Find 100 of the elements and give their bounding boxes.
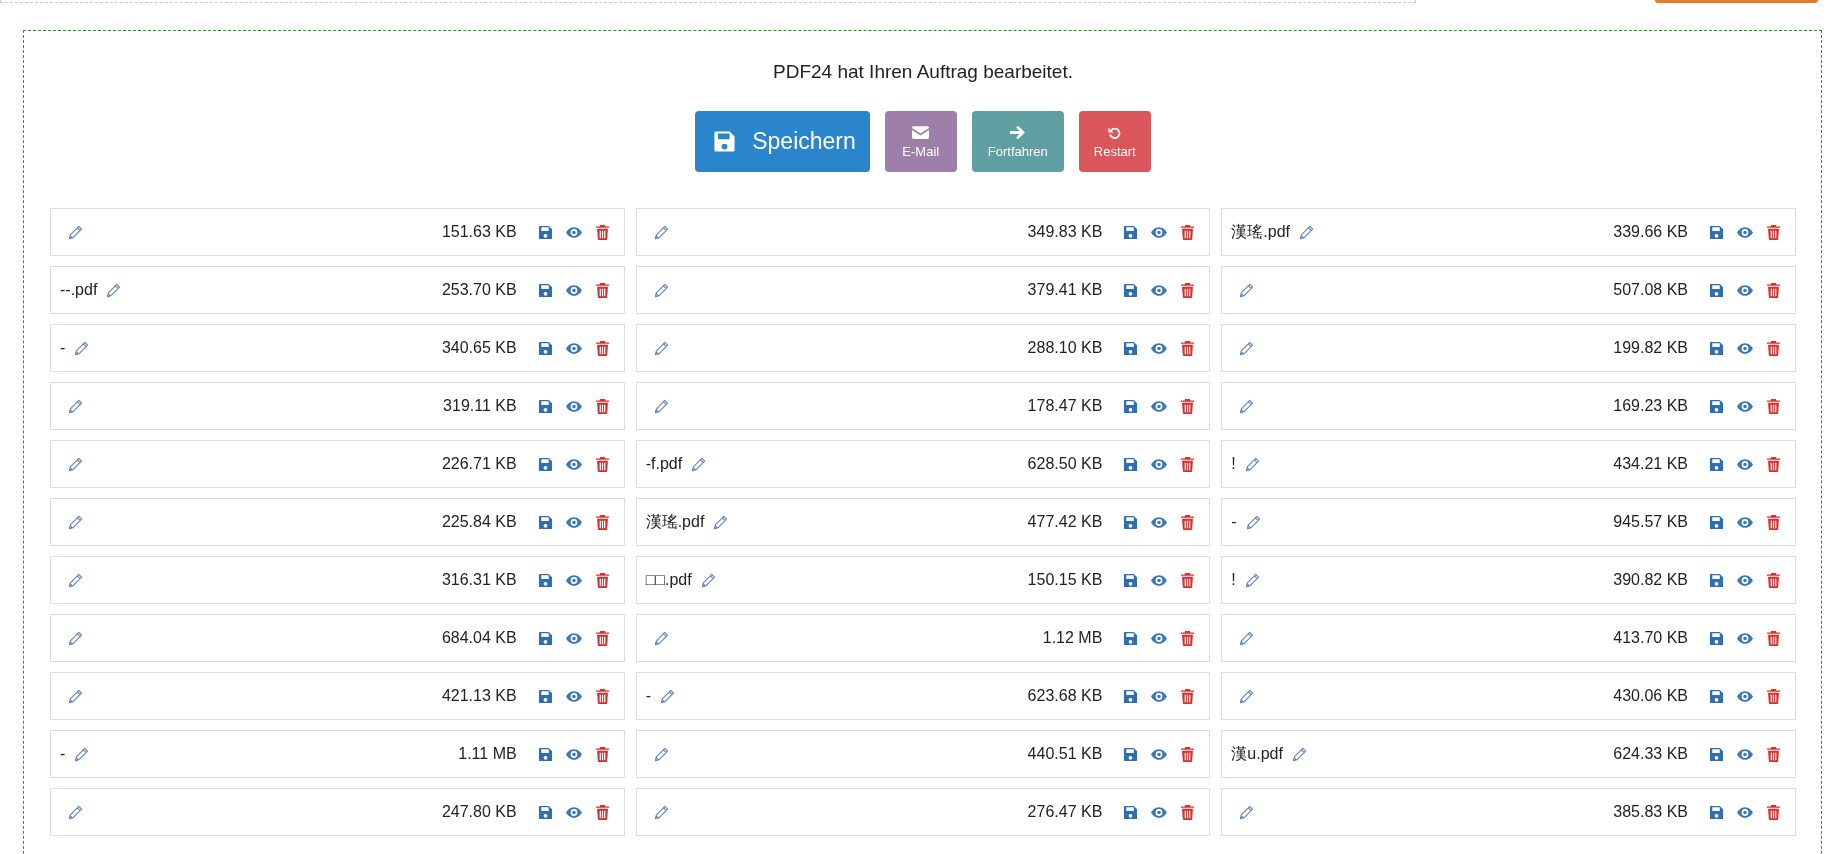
eye-icon[interactable]	[1737, 632, 1753, 644]
pencil-icon[interactable]	[653, 746, 669, 762]
eye-icon[interactable]	[565, 342, 582, 354]
eye-icon[interactable]	[565, 516, 582, 528]
eye-icon[interactable]	[1737, 748, 1753, 760]
eye-icon[interactable]	[565, 574, 582, 586]
pencil-icon[interactable]	[1239, 282, 1255, 298]
pencil-icon[interactable]	[1244, 572, 1260, 588]
eye-icon[interactable]	[1737, 516, 1753, 528]
trash-icon[interactable]	[1766, 282, 1781, 298]
save-button[interactable]: Speichern	[695, 111, 870, 172]
trash-icon[interactable]	[1180, 630, 1196, 646]
trash-icon[interactable]	[1766, 688, 1781, 704]
eye-icon[interactable]	[565, 806, 582, 818]
trash-icon[interactable]	[594, 804, 610, 820]
eye-icon[interactable]	[565, 748, 582, 760]
pencil-icon[interactable]	[68, 456, 83, 472]
eye-icon[interactable]	[1151, 400, 1168, 412]
pencil-icon[interactable]	[653, 804, 669, 820]
pencil-icon[interactable]	[68, 630, 83, 646]
trash-icon[interactable]	[1766, 514, 1781, 530]
pencil-icon[interactable]	[653, 224, 669, 240]
trash-icon[interactable]	[1180, 804, 1196, 820]
trash-icon[interactable]	[1766, 804, 1781, 820]
trash-icon[interactable]	[1180, 340, 1196, 356]
eye-icon[interactable]	[1737, 400, 1753, 412]
trash-icon[interactable]	[594, 224, 610, 240]
eye-icon[interactable]	[1151, 516, 1168, 528]
trash-icon[interactable]	[1180, 688, 1196, 704]
eye-icon[interactable]	[1151, 632, 1168, 644]
eye-icon[interactable]	[1151, 226, 1168, 238]
eye-icon[interactable]	[565, 400, 582, 412]
trash-icon[interactable]	[594, 514, 610, 530]
trash-icon[interactable]	[1180, 572, 1196, 588]
trash-icon[interactable]	[594, 398, 610, 414]
eye-icon[interactable]	[1737, 226, 1753, 238]
pencil-icon[interactable]	[1239, 340, 1255, 356]
trash-icon[interactable]	[594, 572, 610, 588]
trash-icon[interactable]	[594, 688, 610, 704]
pencil-icon[interactable]	[660, 688, 675, 704]
pencil-icon[interactable]	[1299, 224, 1314, 240]
pencil-icon[interactable]	[653, 630, 669, 646]
eye-icon[interactable]	[1151, 574, 1168, 586]
trash-icon[interactable]	[1766, 746, 1781, 762]
pencil-icon[interactable]	[1239, 398, 1255, 414]
pencil-icon[interactable]	[68, 688, 83, 704]
trash-icon[interactable]	[594, 282, 610, 298]
pencil-icon[interactable]	[1291, 746, 1307, 762]
pencil-icon[interactable]	[1239, 804, 1255, 820]
eye-icon[interactable]	[1737, 342, 1753, 354]
pencil-icon[interactable]	[68, 514, 83, 530]
eye-icon[interactable]	[1737, 284, 1753, 296]
email-button[interactable]: E-Mail	[884, 111, 957, 172]
trash-icon[interactable]	[1180, 282, 1196, 298]
pencil-icon[interactable]	[700, 572, 716, 588]
eye-icon[interactable]	[565, 632, 582, 644]
pencil-icon[interactable]	[68, 224, 83, 240]
eye-icon[interactable]	[1151, 806, 1168, 818]
eye-icon[interactable]	[1151, 284, 1168, 296]
pencil-icon[interactable]	[74, 746, 90, 762]
pencil-icon[interactable]	[68, 398, 83, 414]
trash-icon[interactable]	[1180, 398, 1196, 414]
trash-icon[interactable]	[1766, 456, 1781, 472]
eye-icon[interactable]	[1737, 690, 1753, 702]
restart-button[interactable]: Restart	[1078, 111, 1151, 172]
pencil-icon[interactable]	[653, 282, 669, 298]
eye-icon[interactable]	[565, 690, 582, 702]
trash-icon[interactable]	[1766, 224, 1781, 240]
trash-icon[interactable]	[1180, 514, 1196, 530]
eye-icon[interactable]	[1151, 690, 1168, 702]
trash-icon[interactable]	[1180, 224, 1196, 240]
eye-icon[interactable]	[1737, 806, 1753, 818]
trash-icon[interactable]	[594, 456, 610, 472]
pencil-icon[interactable]	[1245, 514, 1261, 530]
pencil-icon[interactable]	[1239, 630, 1255, 646]
trash-icon[interactable]	[1180, 456, 1196, 472]
eye-icon[interactable]	[565, 458, 582, 470]
trash-icon[interactable]	[1180, 746, 1196, 762]
trash-icon[interactable]	[1766, 398, 1781, 414]
trash-icon[interactable]	[594, 630, 610, 646]
eye-icon[interactable]	[1151, 458, 1168, 470]
eye-icon[interactable]	[565, 284, 582, 296]
pencil-icon[interactable]	[74, 340, 90, 356]
pencil-icon[interactable]	[713, 514, 729, 530]
eye-icon[interactable]	[1737, 458, 1753, 470]
eye-icon[interactable]	[565, 226, 582, 238]
trash-icon[interactable]	[1766, 340, 1781, 356]
pencil-icon[interactable]	[653, 398, 669, 414]
eye-icon[interactable]	[1737, 574, 1753, 586]
trash-icon[interactable]	[594, 746, 610, 762]
pencil-icon[interactable]	[691, 456, 707, 472]
eye-icon[interactable]	[1151, 342, 1168, 354]
pencil-icon[interactable]	[68, 804, 83, 820]
trash-icon[interactable]	[1766, 572, 1781, 588]
pencil-icon[interactable]	[1244, 456, 1260, 472]
trash-icon[interactable]	[1766, 630, 1781, 646]
trash-icon[interactable]	[594, 340, 610, 356]
eye-icon[interactable]	[1151, 748, 1168, 760]
pencil-icon[interactable]	[1239, 688, 1255, 704]
pencil-icon[interactable]	[653, 340, 669, 356]
